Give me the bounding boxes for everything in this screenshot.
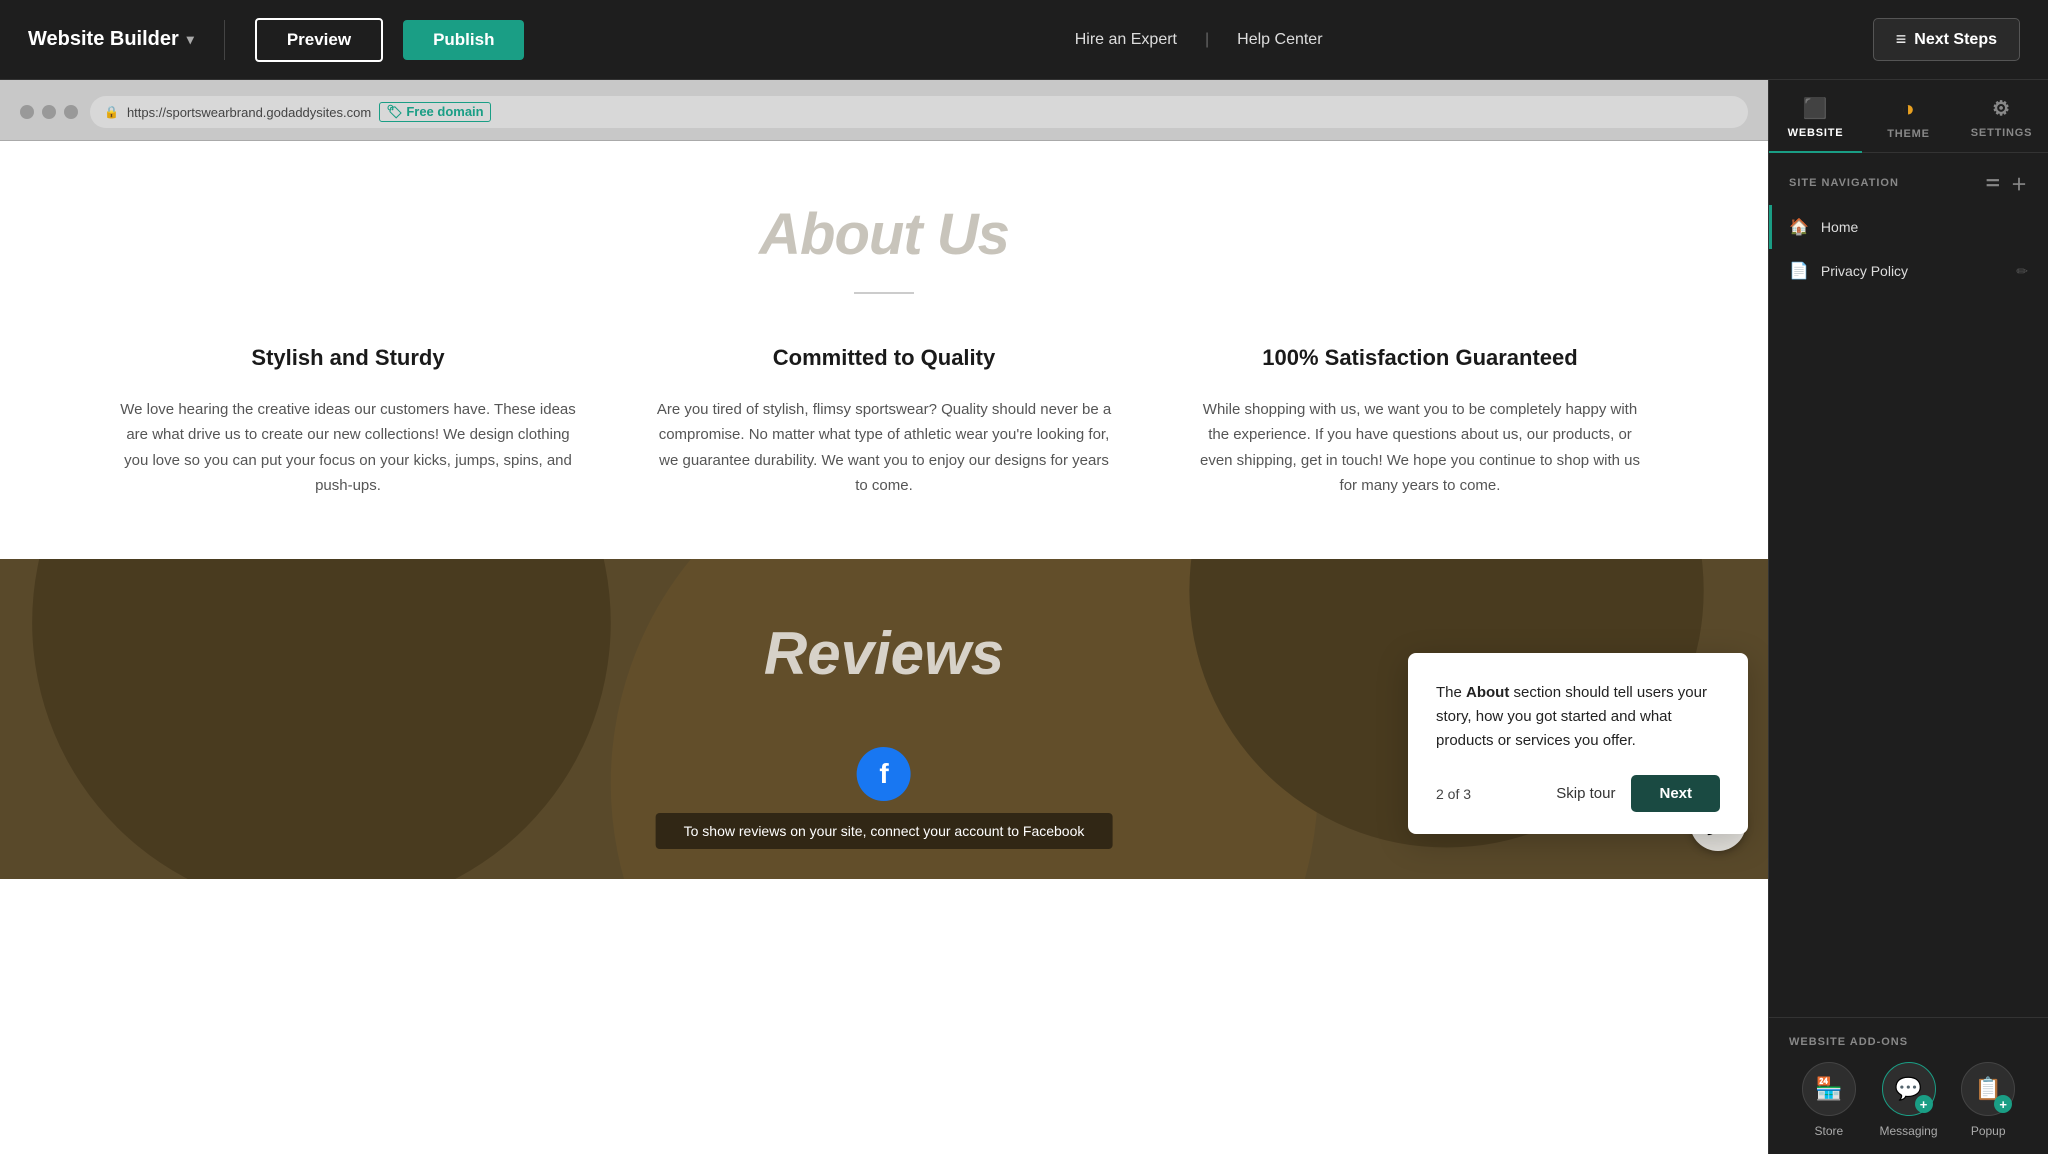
about-divider (854, 292, 914, 294)
addon-store-label: Store (1814, 1124, 1843, 1138)
browser-dot-green (64, 105, 78, 119)
main-layout: 🔒 https://sportswearbrand.godaddysites.c… (0, 80, 2048, 1154)
site-navigation-label: SITE NAVIGATION ⚌ ＋ (1769, 153, 2048, 205)
next-steps-label: Next Steps (1914, 31, 1997, 49)
brand-chevron-icon: ▾ (187, 31, 194, 48)
tooltip-bold: About (1466, 684, 1509, 701)
about-col-1-title: Stylish and Sturdy (120, 344, 576, 373)
about-col-1-text: We love hearing the creative ideas our c… (120, 397, 576, 499)
free-domain-badge[interactable]: 🏷 Free domain (379, 102, 490, 122)
home-icon: 🏠 (1789, 217, 1809, 237)
facebook-icon: f (857, 747, 911, 801)
tooltip-counter: 2 of 3 (1436, 786, 1471, 802)
about-columns: Stylish and Sturdy We love hearing the c… (80, 344, 1688, 499)
next-steps-icon: ≡ (1896, 29, 1907, 50)
addon-popup-icon-wrap: 📋 + (1961, 1062, 2015, 1116)
tab-theme[interactable]: ◑ THEME (1862, 80, 1955, 152)
next-tour-button[interactable]: Next (1631, 775, 1720, 812)
addons-row: 🏪 Store 💬 + Messaging 📋 + Po (1789, 1062, 2028, 1138)
skip-tour-button[interactable]: Skip tour (1556, 785, 1615, 802)
topbar-center: Hire an Expert | Help Center (544, 31, 1852, 49)
store-icon: 🏪 (1815, 1076, 1842, 1102)
reviews-title: Reviews (764, 619, 1004, 688)
publish-button[interactable]: Publish (403, 20, 524, 60)
website-tab-label: WEBSITE (1788, 127, 1844, 139)
sidebar-tabs: ⬛ WEBSITE ◑ THEME ⚙ SETTINGS (1769, 80, 2048, 153)
topbar-separator: | (1205, 31, 1209, 49)
page-content: About Us Stylish and Sturdy We love hear… (0, 141, 1768, 1154)
popup-badge: + (1994, 1095, 2012, 1113)
browser-dot-red (20, 105, 34, 119)
tab-settings[interactable]: ⚙ SETTINGS (1955, 80, 2048, 152)
website-tab-icon: ⬛ (1803, 96, 1829, 121)
nav-item-privacy[interactable]: 📄 Privacy Policy ✏ (1769, 249, 2048, 293)
privacy-icon: 📄 (1789, 261, 1809, 281)
fb-connect-text: To show reviews on your site, connect yo… (656, 813, 1113, 849)
about-col-1: Stylish and Sturdy We love hearing the c… (80, 344, 616, 499)
about-col-2-text: Are you tired of stylish, flimsy sportsw… (656, 397, 1112, 499)
about-col-3: 100% Satisfaction Guaranteed While shopp… (1152, 344, 1688, 499)
help-center-link[interactable]: Help Center (1237, 31, 1322, 49)
messaging-badge: + (1915, 1095, 1933, 1113)
tooltip-popup: The About section should tell users your… (1408, 653, 1748, 834)
right-sidebar: ⬛ WEBSITE ◑ THEME ⚙ SETTINGS SITE NAVIGA… (1768, 80, 2048, 1154)
tooltip-prefix: The (1436, 684, 1466, 701)
home-label: Home (1821, 219, 1858, 235)
url-text: https://sportswearbrand.godaddysites.com (127, 105, 371, 120)
nav-add-icon[interactable]: ＋ (2011, 171, 2028, 195)
topbar: Website Builder ▾ Preview Publish Hire a… (0, 0, 2048, 80)
sidebar-bottom: WEBSITE ADD-ONS 🏪 Store 💬 + Messaging (1769, 1017, 2048, 1154)
canvas-area: 🔒 https://sportswearbrand.godaddysites.c… (0, 80, 1768, 1154)
settings-tab-label: SETTINGS (1971, 127, 2032, 139)
addon-store-icon-wrap: 🏪 (1802, 1062, 1856, 1116)
addons-label: WEBSITE ADD-ONS (1789, 1036, 2028, 1048)
topbar-divider (224, 20, 225, 60)
nav-section-actions: ⚌ ＋ (1986, 171, 2028, 195)
about-col-3-title: 100% Satisfaction Guaranteed (1192, 344, 1648, 373)
tooltip-text: The About section should tell users your… (1436, 681, 1720, 753)
addon-store[interactable]: 🏪 Store (1789, 1062, 1869, 1138)
about-section: About Us Stylish and Sturdy We love hear… (0, 141, 1768, 559)
brand-label: Website Builder (28, 28, 179, 51)
addon-popup-label: Popup (1971, 1124, 2006, 1138)
lock-icon: 🔒 (104, 105, 119, 119)
addon-messaging[interactable]: 💬 + Messaging (1869, 1062, 1949, 1138)
about-col-2-title: Committed to Quality (656, 344, 1112, 373)
preview-button[interactable]: Preview (255, 18, 383, 62)
addon-messaging-label: Messaging (1879, 1124, 1937, 1138)
privacy-label: Privacy Policy (1821, 263, 1908, 279)
browser-dots (20, 105, 78, 119)
about-col-2: Committed to Quality Are you tired of st… (616, 344, 1152, 499)
theme-tab-icon: ◑ (1901, 96, 1915, 122)
addon-popup[interactable]: 📋 + Popup (1948, 1062, 2028, 1138)
addon-messaging-icon-wrap: 💬 + (1882, 1062, 1936, 1116)
theme-tab-label: THEME (1887, 128, 1930, 140)
address-bar: 🔒 https://sportswearbrand.godaddysites.c… (90, 96, 1748, 128)
about-col-3-text: While shopping with us, we want you to b… (1192, 397, 1648, 499)
nav-filter-icon[interactable]: ⚌ (1986, 171, 2001, 195)
browser-chrome: 🔒 https://sportswearbrand.godaddysites.c… (0, 80, 1768, 141)
hire-expert-link[interactable]: Hire an Expert (1075, 31, 1177, 49)
next-steps-button[interactable]: ≡ Next Steps (1873, 18, 2020, 61)
nav-item-home[interactable]: 🏠 Home (1769, 205, 2048, 249)
browser-dot-yellow (42, 105, 56, 119)
tooltip-actions: Skip tour Next (1556, 775, 1720, 812)
about-title: About Us (80, 201, 1688, 268)
settings-tab-icon: ⚙ (1992, 96, 2011, 121)
tooltip-footer: 2 of 3 Skip tour Next (1436, 775, 1720, 812)
brand-logo[interactable]: Website Builder ▾ (28, 28, 194, 51)
reviews-fb-block: f To show reviews on your site, connect … (656, 747, 1113, 849)
tab-website[interactable]: ⬛ WEBSITE (1769, 80, 1862, 152)
privacy-edit-icon[interactable]: ✏ (2016, 263, 2028, 280)
